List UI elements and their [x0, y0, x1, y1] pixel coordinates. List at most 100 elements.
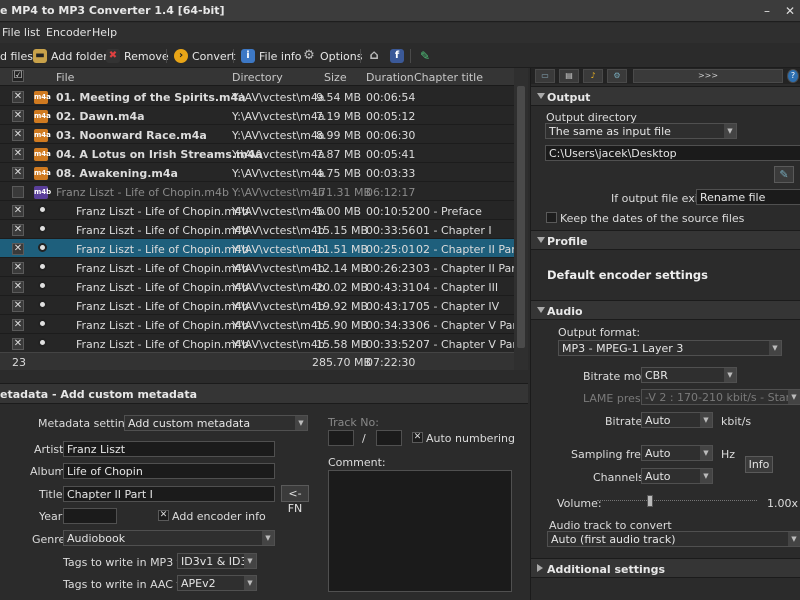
- profile-section-header[interactable]: Profile: [531, 230, 800, 250]
- column-directory[interactable]: Directory: [232, 71, 283, 84]
- row-checkbox[interactable]: ✕: [12, 110, 24, 122]
- table-row[interactable]: ✕ m4a 02. Dawn.m4a Y:\AV\vctest\m4a 7.19 MB 0…: [0, 106, 514, 125]
- if-exists-field[interactable]: Rename file: [696, 189, 800, 205]
- row-checkbox[interactable]: ✕: [12, 167, 24, 179]
- column-file[interactable]: File: [56, 71, 74, 84]
- year-field[interactable]: [63, 508, 117, 524]
- file-directory: Y:\AV\vctest\m4b: [232, 300, 325, 313]
- output-directory-mode-select[interactable]: The same as input file ▼: [545, 123, 737, 139]
- pin-button[interactable]: ✎: [418, 48, 432, 64]
- file-list[interactable]: ☑ File Directory Size Duration Chapter t…: [0, 68, 528, 370]
- auto-numbering-checkbox[interactable]: ✕: [412, 432, 423, 443]
- table-row[interactable]: m4b Franz Liszt - Life of Chopin.m4b Y:\AV…: [0, 182, 514, 201]
- table-row[interactable]: ✕ Franz Liszt - Life of Chopin.m4b Y:\AV\v…: [0, 258, 528, 277]
- filename-to-title-button[interactable]: <-FN: [281, 485, 309, 515]
- tab-more-button[interactable]: >>>: [633, 69, 783, 83]
- table-row[interactable]: ✕ Franz Liszt - Life of Chopin.m4b Y:\AV\v…: [0, 220, 514, 239]
- row-checkbox[interactable]: ✕: [12, 300, 24, 312]
- audio-section-header[interactable]: Audio: [531, 300, 800, 320]
- channels-select[interactable]: Auto ▼: [641, 468, 713, 484]
- bitrate-mode-select[interactable]: CBR ▼: [641, 367, 737, 383]
- remove-button[interactable]: ✖ Remove: [106, 48, 169, 64]
- row-checkbox[interactable]: ✕: [12, 319, 24, 331]
- check-all-checkbox[interactable]: ☑: [12, 70, 24, 82]
- genre-select[interactable]: Audiobook ▼: [63, 530, 275, 546]
- track-number-field[interactable]: [328, 430, 354, 446]
- menu-help[interactable]: Help: [92, 26, 117, 39]
- row-checkbox[interactable]: ✕: [12, 148, 24, 160]
- browse-folder-icon[interactable]: ✎: [774, 166, 794, 183]
- tab-profile-icon[interactable]: ▤: [559, 69, 579, 83]
- chapter-icon: [38, 300, 47, 309]
- track-total-field[interactable]: [376, 430, 402, 446]
- column-size[interactable]: Size: [324, 71, 347, 84]
- minimize-button[interactable]: –: [757, 2, 777, 20]
- table-row[interactable]: ✕ Franz Liszt - Life of Chopin.m4b Y:\AV\v…: [0, 277, 514, 296]
- aac-tags-value: APEv2: [181, 577, 216, 590]
- profile-value[interactable]: Default encoder settings: [547, 268, 708, 282]
- lame-preset-select[interactable]: -V 2 : 170-210 kbit/s - Standard▼: [641, 389, 800, 405]
- output-path-field[interactable]: C:\Users\jacek\Desktop: [545, 145, 800, 161]
- row-checkbox[interactable]: ✕: [12, 205, 24, 217]
- file-duration: 00:05:12: [366, 110, 416, 123]
- tab-output-icon[interactable]: ▭: [535, 69, 555, 83]
- menu-encoder[interactable]: Encoder: [46, 26, 91, 39]
- output-section-header[interactable]: Output: [531, 86, 800, 106]
- options-button[interactable]: ⚙ Options: [302, 48, 362, 64]
- metadata-settings-select[interactable]: Add custom metadata ▼: [124, 415, 308, 431]
- title-field[interactable]: Chapter II Part I: [63, 486, 275, 502]
- album-field[interactable]: Life of Chopin: [63, 463, 275, 479]
- scrollbar-thumb[interactable]: [517, 86, 525, 348]
- table-row[interactable]: ✕ m4a 08. Awakening.m4a Y:\AV\vctest\m4a 4.7…: [0, 163, 514, 182]
- row-checkbox[interactable]: ✕: [12, 224, 24, 236]
- row-checkbox[interactable]: ✕: [12, 338, 24, 350]
- column-chapter-title[interactable]: Chapter title: [414, 71, 483, 84]
- add-folder-label: Add folder: [51, 49, 108, 63]
- row-checkbox[interactable]: ✕: [12, 262, 24, 274]
- mp3-tags-select[interactable]: ID3v1 & ID3v2 ▼: [177, 553, 257, 569]
- pin-icon: ✎: [419, 49, 431, 63]
- table-row[interactable]: ✕ Franz Liszt - Life of Chopin.m4b Y:\AV\v…: [0, 334, 528, 353]
- row-checkbox[interactable]: ✕: [12, 91, 24, 103]
- bitrate-select[interactable]: Auto ▼: [641, 412, 713, 428]
- keep-dates-checkbox[interactable]: [546, 212, 557, 223]
- add-folder-button[interactable]: ▬ Add folder: [33, 48, 108, 64]
- menu-file-list[interactable]: File list: [2, 26, 40, 39]
- row-checkbox[interactable]: ✕: [12, 129, 24, 141]
- table-row[interactable]: ✕ Franz Liszt - Life of Chopin.m4b Y:\AV\v…: [0, 201, 514, 220]
- tab-audio-icon[interactable]: ♪: [583, 69, 603, 83]
- add-encoder-info-checkbox[interactable]: ✕: [158, 510, 169, 521]
- volume-slider[interactable]: [597, 494, 757, 508]
- table-row[interactable]: ✕ Franz Liszt - Life of Chopin.m4b Y:\AV\v…: [0, 315, 528, 334]
- chevron-down-icon: ▼: [700, 469, 712, 483]
- audio-track-select[interactable]: Auto (first audio track) ▼: [547, 531, 800, 547]
- table-row[interactable]: ✕ m4a 03. Noonward Race.m4a Y:\AV\vctest\m4…: [0, 125, 514, 144]
- aac-tags-select[interactable]: APEv2 ▼: [177, 575, 257, 591]
- chevron-down-icon: ▼: [724, 368, 736, 382]
- convert-button[interactable]: › Convert: [174, 48, 236, 64]
- output-format-select[interactable]: MP3 - MPEG-1 Layer 3 ▼: [558, 340, 782, 356]
- tab-settings-icon[interactable]: ⚙: [607, 69, 627, 83]
- table-row[interactable]: ✕ m4a 01. Meeting of the Spirits.m4a Y:\AV\…: [0, 87, 514, 106]
- artist-field[interactable]: Franz Liszt: [63, 441, 275, 457]
- row-checkbox[interactable]: ✕: [12, 243, 24, 255]
- info-button[interactable]: Info: [745, 456, 773, 473]
- additional-settings-header[interactable]: Additional settings: [531, 558, 800, 578]
- row-checkbox[interactable]: [12, 186, 24, 198]
- file-list-scrollbar[interactable]: [514, 68, 528, 370]
- sampling-unit: Hz: [721, 448, 736, 461]
- column-duration[interactable]: Duration: [366, 71, 414, 84]
- table-row[interactable]: ✕ Franz Liszt - Life of Chopin.m4b Y:\AV\v…: [0, 239, 527, 258]
- home-button[interactable]: ⌂: [367, 48, 381, 64]
- add-files-button[interactable]: d files: [0, 48, 33, 64]
- table-row[interactable]: ✕ m4a 04. A Lotus on Irish Streams.m4a Y:\A…: [0, 144, 514, 163]
- comment-field[interactable]: [328, 470, 512, 592]
- close-button[interactable]: ✕: [780, 2, 800, 20]
- row-checkbox[interactable]: ✕: [12, 281, 24, 293]
- volume-slider-thumb[interactable]: [647, 495, 653, 507]
- file-info-button[interactable]: i File info: [241, 48, 302, 64]
- help-icon[interactable]: ?: [787, 69, 799, 83]
- table-row[interactable]: ✕ Franz Liszt - Life of Chopin.m4b Y:\AV\v…: [0, 296, 514, 315]
- facebook-button[interactable]: f: [390, 48, 404, 64]
- sampling-freq-select[interactable]: Auto ▼: [641, 445, 713, 461]
